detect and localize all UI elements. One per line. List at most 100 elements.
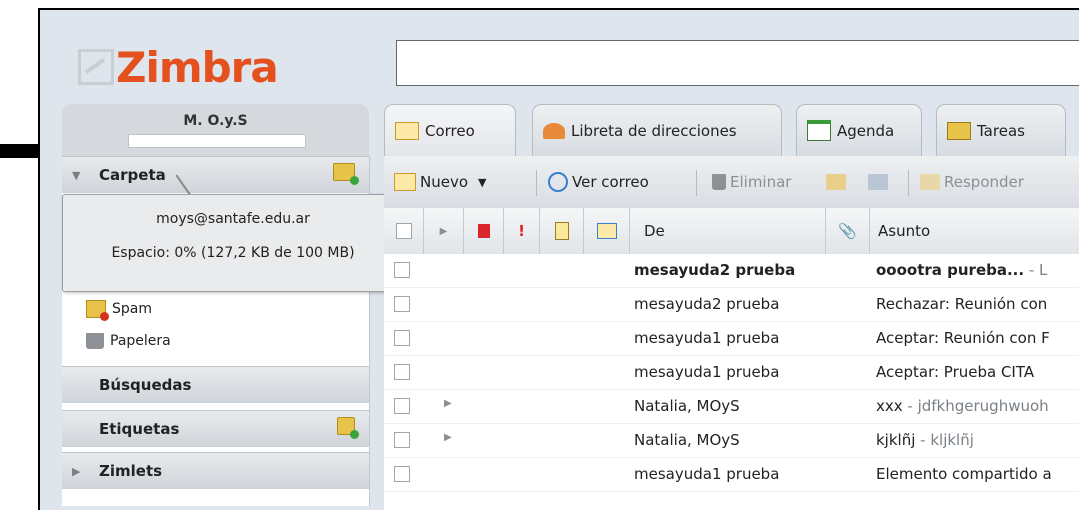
row-from: mesayuda2 prueba [634, 261, 796, 279]
subject-fragment: - kljklñj [915, 431, 974, 449]
move-button[interactable] [826, 170, 850, 194]
message-list-header: ▶ ! De 📎 Asunto [384, 208, 1079, 255]
toolbar-divider [536, 170, 537, 196]
sidebar-section-zimlets[interactable]: ▶ Zimlets [62, 452, 369, 489]
user-info-box[interactable]: M. O.y.S [62, 104, 369, 156]
from-header-label: De [644, 222, 665, 240]
quota-tooltip: moys@santafe.edu.ar Espacio: 0% (127,2 K… [62, 194, 404, 292]
sidebar-item-label: Spam [112, 301, 152, 317]
row-from: Natalia, MOyS [634, 431, 740, 449]
search-input[interactable] [396, 40, 1079, 86]
row-subject: xxx - jdfkhgerughwuoh [876, 397, 1049, 415]
row-checkbox[interactable] [394, 262, 410, 278]
zimlets-label: Zimlets [99, 462, 163, 480]
expand-conversation-icon[interactable]: ▶ [444, 432, 452, 443]
new-button[interactable]: Nuevo ▼ [394, 170, 486, 194]
row-from: mesayuda1 prueba [634, 363, 780, 381]
spam-folder-icon [86, 300, 109, 321]
tab-tasks[interactable]: Tareas [936, 104, 1066, 156]
tab-label: Correo [425, 121, 475, 140]
subject-text: kjklñj [876, 431, 916, 449]
contacts-icon [543, 122, 565, 139]
reply-label: Responder [944, 173, 1024, 191]
tab-label: Tareas [977, 121, 1025, 140]
tab-calendar[interactable]: Agenda [796, 104, 922, 156]
attachment-type-column[interactable] [540, 208, 584, 254]
row-checkbox[interactable] [394, 398, 410, 414]
expand-triangle-icon[interactable]: ▶ [72, 465, 80, 478]
row-checkbox[interactable] [394, 364, 410, 380]
mail-icon [395, 121, 419, 140]
row-checkbox[interactable] [394, 432, 410, 448]
table-row[interactable]: mesayuda2 prueba ooootra pureba... - L [384, 254, 1079, 288]
row-from: Natalia, MOyS [634, 397, 740, 415]
view-mail-button[interactable]: Ver correo [548, 170, 649, 194]
row-subject: Aceptar: Reunión con F [876, 329, 1050, 347]
delete-button[interactable]: Eliminar [712, 170, 791, 194]
expand-triangle-icon: ▶ [439, 225, 448, 237]
tags-label: Etiquetas [99, 420, 180, 438]
row-subject: ooootra pureba... - L [876, 261, 1047, 279]
expand-conversation-icon[interactable]: ▶ [444, 398, 452, 409]
new-label: Nuevo [420, 173, 469, 191]
table-row[interactable]: mesayuda1 prueba Aceptar: Reunión con F [384, 322, 1079, 356]
tag-icon [554, 222, 569, 240]
row-from: mesayuda2 prueba [634, 295, 780, 313]
new-tag-icon[interactable] [337, 417, 359, 439]
reply-icon [920, 174, 940, 190]
collapse-triangle-icon[interactable]: ▼ [72, 169, 80, 182]
subject-fragment: - L [1024, 261, 1048, 279]
read-status-icon [596, 223, 617, 239]
select-all-column[interactable] [384, 208, 424, 254]
sidebar-section-searches[interactable]: Búsquedas [62, 366, 369, 403]
new-message-icon [394, 173, 416, 191]
row-subject: Rechazar: Reunión con [876, 295, 1047, 313]
trash-icon [712, 174, 726, 190]
row-checkbox[interactable] [394, 330, 410, 346]
tasks-icon [947, 121, 971, 140]
subject-text: Aceptar: Reunión con F [876, 329, 1050, 347]
sidebar-item-spam[interactable]: Spam [86, 298, 152, 321]
user-name: M. O.y.S [183, 113, 248, 129]
chevron-down-icon[interactable]: ▼ [478, 176, 486, 189]
subject-text: xxx [876, 397, 903, 415]
select-all-checkbox[interactable] [395, 223, 412, 239]
table-row[interactable]: ▶ Natalia, MOyS xxx - jdfkhgerughwuoh [384, 390, 1079, 424]
move-folder-icon [826, 174, 846, 190]
new-folder-icon[interactable] [333, 163, 359, 185]
tooltip-email: moys@santafe.edu.ar [156, 211, 310, 227]
searches-label: Búsquedas [99, 376, 192, 394]
sidebar-section-tags[interactable]: Etiquetas [62, 410, 369, 447]
print-button[interactable] [868, 170, 892, 194]
tab-mail[interactable]: Correo [384, 104, 516, 156]
table-row[interactable]: mesayuda1 prueba Elemento compartido a [384, 458, 1079, 492]
reply-button[interactable]: Responder [920, 170, 1024, 194]
tab-contacts[interactable]: Libreta de direcciones [532, 104, 782, 156]
sidebar-section-folders[interactable]: ▼ Carpeta [62, 156, 369, 193]
priority-icon: ! [518, 222, 525, 240]
row-from: mesayuda1 prueba [634, 329, 780, 347]
from-column-header[interactable]: De [630, 208, 826, 254]
table-row[interactable]: mesayuda2 prueba Rechazar: Reunión con [384, 288, 1079, 322]
row-checkbox[interactable] [394, 296, 410, 312]
priority-column[interactable]: ! [504, 208, 540, 254]
tooltip-quota: Espacio: 0% (127,2 KB de 100 MB) [111, 245, 355, 261]
flag-column[interactable] [464, 208, 504, 254]
tab-label: Libreta de direcciones [571, 121, 737, 140]
sidebar-item-label: Papelera [110, 333, 171, 349]
subject-column-header[interactable]: Asunto [870, 208, 1079, 254]
expand-column[interactable]: ▶ [424, 208, 464, 254]
row-subject: Aceptar: Prueba CITA [876, 363, 1034, 381]
attachment-column[interactable]: 📎 [826, 208, 870, 254]
subject-text: ooootra pureba... [876, 261, 1025, 279]
subject-text: Aceptar: Prueba CITA [876, 363, 1035, 381]
row-checkbox[interactable] [394, 466, 410, 482]
flag-icon [477, 224, 490, 238]
subject-header-label: Asunto [878, 222, 931, 240]
table-row[interactable]: mesayuda1 prueba Aceptar: Prueba CITA [384, 356, 1079, 390]
table-row[interactable]: ▶ Natalia, MOyS kjklñj - kljklñj [384, 424, 1079, 458]
mail-toolbar: Nuevo ▼ Ver correo Eliminar Responder [384, 156, 1079, 209]
status-column[interactable] [584, 208, 630, 254]
sidebar-item-trash[interactable]: Papelera [86, 330, 171, 352]
logo-text: Zimbra [116, 42, 279, 92]
